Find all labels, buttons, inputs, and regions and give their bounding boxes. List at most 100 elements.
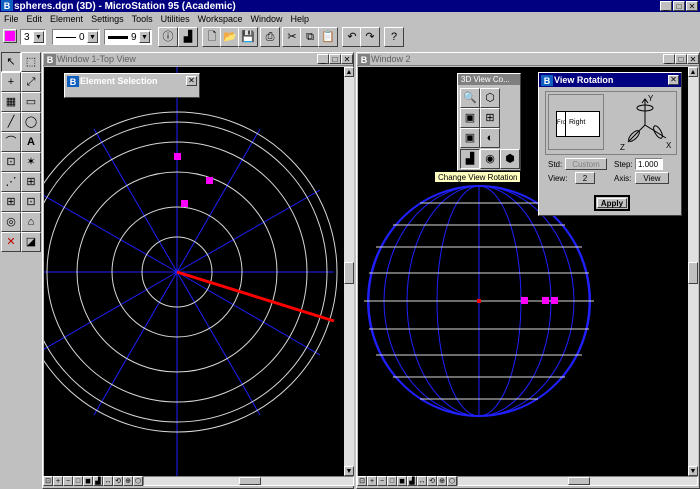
3d-box-icon[interactable]: ⬢ bbox=[500, 149, 520, 169]
cell-icon[interactable]: ⊡ bbox=[1, 152, 21, 172]
scroll-thumb[interactable] bbox=[239, 477, 261, 485]
marker-point[interactable] bbox=[174, 153, 181, 160]
view-next-icon[interactable]: ⊕ bbox=[437, 476, 447, 486]
drop-icon[interactable]: ⌂ bbox=[21, 212, 41, 232]
scroll-down-arrow-icon[interactable]: ▼ bbox=[688, 466, 698, 476]
info-icon[interactable]: ⓘ bbox=[158, 27, 178, 47]
close-icon[interactable]: ✕ bbox=[186, 76, 197, 86]
3d-view-control-palette[interactable]: 3D View Co... 🔍 ⬡ ▣ ⊞ ▣ ◐ ▟ ◉ ⬢ bbox=[457, 73, 521, 171]
element-selection-title-bar[interactable]: B Element Selection ✕ bbox=[65, 74, 199, 88]
text-icon[interactable]: A bbox=[21, 132, 41, 152]
rotate-view-icon[interactable]: ▟ bbox=[93, 476, 103, 486]
redo-icon[interactable]: ↷ bbox=[360, 27, 380, 47]
close-icon[interactable]: ✕ bbox=[668, 75, 679, 85]
copy-icon[interactable]: ⧉ bbox=[300, 27, 320, 47]
view-rotation-title-bar[interactable]: B View Rotation ✕ bbox=[539, 73, 681, 87]
maximize-button[interactable]: □ bbox=[673, 1, 685, 11]
marker-point[interactable] bbox=[181, 200, 188, 207]
place-point-icon[interactable]: + bbox=[1, 72, 21, 92]
window-1-vertical-scrollbar[interactable]: ▲ ▼ bbox=[344, 67, 354, 476]
camera-icon[interactable]: ◉ bbox=[480, 149, 500, 169]
window-1-top-view[interactable]: B Window 1-Top View _ □ ✕ ▲ ▼ ⊡ + − □ ◼ … bbox=[42, 52, 354, 489]
minimize-button[interactable]: _ bbox=[660, 1, 672, 11]
menu-help[interactable]: Help bbox=[287, 14, 314, 24]
window-1-horizontal-scrollbar[interactable] bbox=[143, 476, 354, 486]
circle-icon[interactable]: ◯ bbox=[21, 112, 41, 132]
line-style-combo[interactable]: 0 ▼ bbox=[52, 29, 100, 45]
rotation-axes-widget[interactable]: Y X Z bbox=[616, 94, 674, 152]
window-1-title-bar[interactable]: B Window 1-Top View _ □ ✕ bbox=[43, 53, 353, 66]
arc-icon[interactable]: ⌒ bbox=[1, 132, 21, 152]
view-cube-icon[interactable]: ⬡ bbox=[480, 88, 500, 108]
dimension-icon[interactable]: ⋰ bbox=[1, 172, 21, 192]
window-1-minimize-button[interactable]: _ bbox=[317, 54, 329, 64]
step-input[interactable]: 1.000 bbox=[635, 158, 663, 170]
view-previous-icon[interactable]: ⟲ bbox=[427, 476, 437, 486]
zoom-in-icon[interactable]: + bbox=[53, 476, 63, 486]
chevron-down-icon[interactable]: ▼ bbox=[33, 31, 44, 43]
close-button[interactable]: ✕ bbox=[686, 1, 698, 11]
menu-utilities[interactable]: Utilities bbox=[157, 14, 194, 24]
pan-view-icon[interactable]: ↔ bbox=[417, 476, 427, 486]
view-icon[interactable]: ◪ bbox=[21, 232, 41, 252]
fit-view-icon[interactable]: ◼ bbox=[397, 476, 407, 486]
view-display-icon[interactable]: ▣ bbox=[460, 108, 480, 128]
scroll-up-arrow-icon[interactable]: ▲ bbox=[344, 67, 354, 77]
zoom-out-icon[interactable]: − bbox=[377, 476, 387, 486]
level-combo[interactable]: 3 ▼ bbox=[20, 29, 46, 45]
window-2-minimize-button[interactable]: _ bbox=[663, 54, 675, 64]
menu-file[interactable]: File bbox=[0, 14, 23, 24]
center-point[interactable] bbox=[477, 299, 481, 303]
new-file-icon[interactable]: 🗋 bbox=[202, 27, 222, 47]
menu-window[interactable]: Window bbox=[246, 14, 286, 24]
zoom-icon[interactable]: 🔍 bbox=[460, 88, 480, 108]
view-grid-icon[interactable]: ⊞ bbox=[480, 108, 500, 128]
chevron-down-icon[interactable]: ▼ bbox=[139, 31, 150, 43]
element-selection-icon[interactable]: ↖ bbox=[1, 52, 21, 72]
top-view-canvas[interactable] bbox=[44, 67, 344, 476]
window-area-icon[interactable]: □ bbox=[387, 476, 397, 486]
fit-view-icon[interactable]: ◼ bbox=[83, 476, 93, 486]
marker-point[interactable] bbox=[551, 297, 558, 304]
view-3d-icon[interactable]: ⬡ bbox=[447, 476, 457, 486]
save-icon[interactable]: 💾 bbox=[238, 27, 258, 47]
scroll-thumb[interactable] bbox=[344, 262, 354, 284]
window-2-horizontal-scrollbar[interactable] bbox=[457, 476, 698, 486]
line-icon[interactable]: ╱ bbox=[1, 112, 21, 132]
view-previous-icon[interactable]: ⟲ bbox=[113, 476, 123, 486]
window-2-title-bar[interactable]: B Window 2 _ □ ✕ bbox=[357, 53, 699, 66]
marker-point[interactable] bbox=[542, 297, 549, 304]
view-update-icon[interactable]: ⊡ bbox=[357, 476, 367, 486]
fence-icon[interactable]: ⬚ bbox=[21, 52, 41, 72]
modify-icon[interactable]: ⊞ bbox=[1, 192, 21, 212]
open-file-icon[interactable]: 📂 bbox=[220, 27, 240, 47]
axis-button[interactable]: View bbox=[635, 172, 669, 184]
block-icon[interactable]: ▭ bbox=[21, 92, 41, 112]
view-rotation-dialog[interactable]: B View Rotation ✕ Fro Right Y X Z Std: C… bbox=[538, 72, 682, 216]
array-icon[interactable]: ⊞ bbox=[21, 172, 41, 192]
window-2-close-button[interactable]: ✕ bbox=[687, 54, 699, 64]
paste-icon[interactable]: 📋 bbox=[318, 27, 338, 47]
menu-workspace[interactable]: Workspace bbox=[194, 14, 247, 24]
window-2-vertical-scrollbar[interactable]: ▲ ▼ bbox=[688, 67, 698, 476]
marker-point[interactable] bbox=[521, 297, 528, 304]
std-button[interactable]: Custom bbox=[565, 158, 607, 170]
scroll-thumb[interactable] bbox=[568, 477, 590, 485]
window-1-close-button[interactable]: ✕ bbox=[341, 54, 353, 64]
view-next-icon[interactable]: ⊕ bbox=[123, 476, 133, 486]
menu-settings[interactable]: Settings bbox=[87, 14, 128, 24]
view-render-icon[interactable]: ◐ bbox=[480, 128, 500, 148]
delete-icon[interactable]: ✕ bbox=[1, 232, 21, 252]
line-weight-combo[interactable]: 9 ▼ bbox=[104, 29, 152, 45]
active-color-swatch[interactable] bbox=[3, 29, 17, 43]
menu-edit[interactable]: Edit bbox=[23, 14, 47, 24]
pattern-icon[interactable]: ▦ bbox=[1, 92, 21, 112]
menu-tools[interactable]: Tools bbox=[128, 14, 157, 24]
view-frame-icon[interactable]: ▣ bbox=[460, 128, 480, 148]
settings-icon[interactable]: ◎ bbox=[1, 212, 21, 232]
view-number-button[interactable]: 2 bbox=[575, 172, 595, 184]
element-selection-dialog[interactable]: B Element Selection ✕ bbox=[64, 73, 200, 98]
cut-icon[interactable]: ✂ bbox=[282, 27, 302, 47]
zoom-out-icon[interactable]: − bbox=[63, 476, 73, 486]
manipulate-icon[interactable]: ⊡ bbox=[21, 192, 41, 212]
